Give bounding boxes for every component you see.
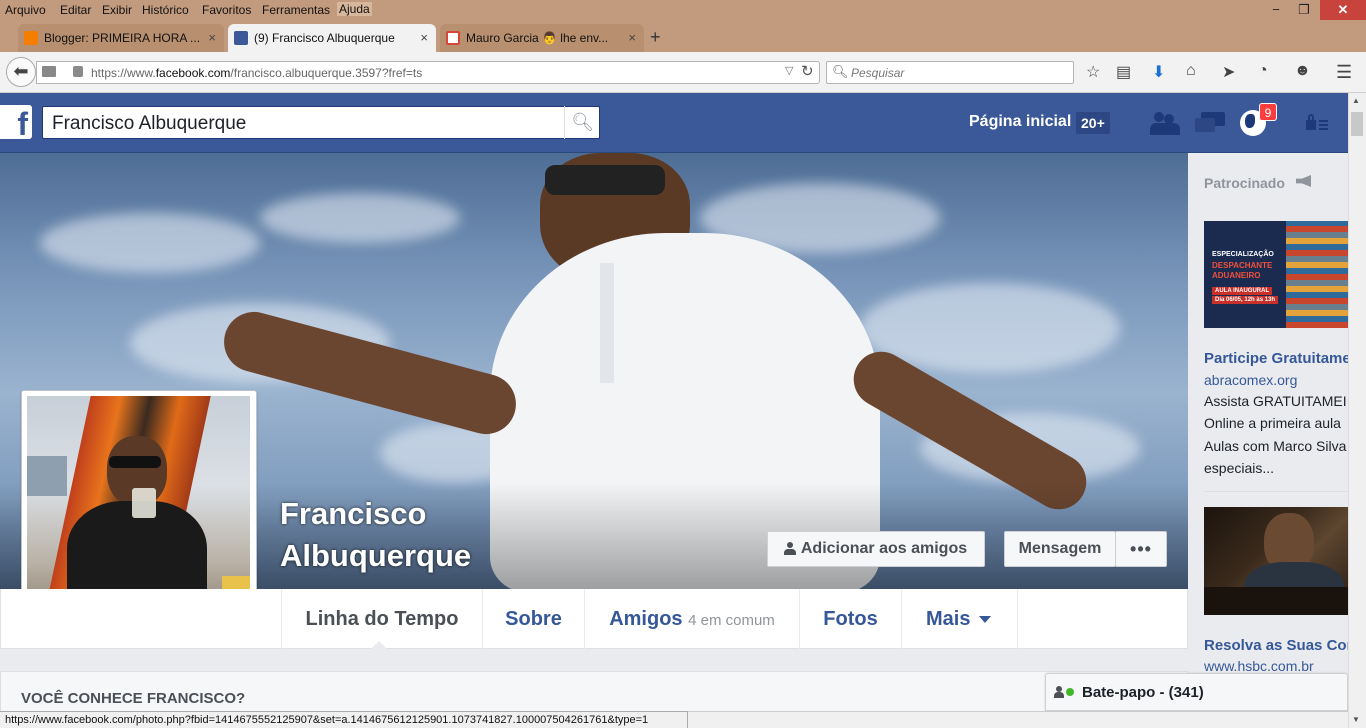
tab-gmail[interactable]: Mauro Garcia 👨 lhe env... × (440, 24, 644, 52)
ad-image-line: Dia 06/05, 12h às 13h (1212, 296, 1279, 304)
menu-favoritos[interactable]: Favoritos (202, 3, 251, 17)
horizontal-scrollbar[interactable] (688, 711, 1348, 728)
tab-linha-do-tempo[interactable]: Linha do Tempo (281, 589, 483, 649)
tab-close-icon[interactable]: × (628, 30, 636, 45)
send-icon[interactable]: ➤ (1222, 62, 1235, 82)
ad-image-line: ESPECIALIZAÇÃO (1212, 251, 1274, 258)
back-button[interactable]: ⬅ (6, 57, 36, 87)
search-button[interactable]: 🔍︎ (564, 106, 600, 139)
tab-facebook[interactable]: (9) Francisco Albuquerque × (228, 24, 436, 52)
search-icon: 🔍︎ (571, 112, 594, 132)
add-friend-label: Adicionar aos amigos (800, 540, 968, 557)
scroll-up-icon[interactable]: ▲ (1352, 96, 1360, 105)
vertical-scrollbar[interactable] (1348, 93, 1366, 728)
menu-bar: Arquivo Editar Exibir Histórico Favorito… (0, 0, 1366, 20)
tab-bar: Blogger: PRIMEIRA HORA ... × (9) Francis… (0, 20, 1366, 52)
minimize-button[interactable]: − (1262, 0, 1290, 20)
ad-text: Aulas com Marco Silva (1204, 438, 1347, 454)
tab-amigos[interactable]: Amigos 4 em comum (585, 589, 800, 649)
blogger-icon (24, 31, 38, 45)
browser-search-input[interactable]: Pesquisar (826, 61, 1074, 84)
scrollbar-thumb[interactable] (1351, 112, 1363, 136)
online-status-icon (1066, 688, 1074, 696)
lock-icon[interactable] (73, 66, 83, 77)
search-icon: 🔍︎ (832, 64, 849, 79)
sponsored-label: Patrocinado (1204, 175, 1285, 191)
back-arrow-icon: ⬅ (13, 61, 29, 81)
url-domain: facebook.com (155, 66, 231, 80)
reading-list-icon[interactable]: ▤ (1116, 62, 1131, 82)
user-icon (1054, 686, 1065, 698)
facebook-search-input[interactable]: Francisco Albuquerque (42, 106, 600, 139)
profile-name[interactable]: Francisco Albuquerque (280, 493, 540, 577)
menu-ferramentas[interactable]: Ferramentas (262, 3, 330, 17)
hamburger-menu-icon[interactable]: ☰ (1336, 62, 1352, 83)
tab-close-icon[interactable]: × (208, 30, 216, 45)
url-bar[interactable]: https://www.facebook.com/francisco.albuq… (36, 61, 820, 84)
know-person-title: VOCÊ CONHECE FRANCISCO? (21, 690, 246, 707)
close-window-button[interactable]: ✕ (1320, 0, 1366, 20)
ad-text: Assista GRATUITAMEI (1204, 393, 1347, 409)
ad-image-line: AULA INAUGURAL (1212, 287, 1273, 295)
ad-url[interactable]: www.hsbc.com.br (1204, 658, 1314, 674)
privacy-shortcuts-icon[interactable] (1306, 114, 1328, 130)
status-bar: https://www.facebook.com/photo.php?fbid=… (0, 711, 688, 728)
ad-image-line: ADUANEIRO (1212, 271, 1261, 280)
ad-divider (1204, 491, 1350, 492)
facebook-icon (234, 31, 248, 45)
add-friend-button[interactable]: Adicionar aos amigos (767, 531, 985, 567)
active-tab-indicator (370, 641, 388, 650)
mutual-friends-count: 4 em comum (688, 612, 775, 629)
messages-icon[interactable] (1195, 112, 1225, 136)
url-dropdown-icon[interactable]: ▽ (785, 64, 793, 77)
tab-close-icon[interactable]: × (420, 30, 428, 45)
gmail-icon (446, 31, 460, 45)
chat-bar[interactable]: Bate-papo - (341) (1045, 673, 1348, 711)
restore-button[interactable]: ❐ (1290, 0, 1318, 20)
profile-picture[interactable] (27, 396, 250, 619)
new-tab-button[interactable]: + (650, 27, 661, 48)
menu-editar[interactable]: Editar (60, 3, 91, 17)
ad-title[interactable]: Participe Gratuitame (1204, 350, 1351, 367)
add-friend-icon (784, 542, 796, 556)
tab-amigos-label: Amigos (609, 608, 683, 630)
scroll-down-icon[interactable]: ▼ (1352, 715, 1360, 724)
tab-fotos[interactable]: Fotos (800, 589, 902, 649)
tab-mais[interactable]: Mais (902, 589, 1018, 649)
reload-icon[interactable]: ↻ (801, 62, 814, 80)
message-button[interactable]: Mensagem (1004, 531, 1116, 567)
url-prefix: https://www. (91, 66, 156, 80)
ad-text: especiais... (1204, 460, 1275, 476)
home-icon[interactable]: ⌂ (1186, 62, 1196, 80)
ad-image[interactable] (1204, 507, 1350, 615)
home-link[interactable]: Página inicial (969, 113, 1071, 131)
tab-title: Blogger: PRIMEIRA HORA ... (44, 31, 201, 45)
tab-sobre[interactable]: Sobre (483, 589, 585, 649)
notifications-badge: 9 (1259, 103, 1277, 121)
tab-blogger[interactable]: Blogger: PRIMEIRA HORA ... × (18, 24, 224, 52)
download-icon[interactable]: ⬇ (1152, 62, 1165, 82)
ad-url[interactable]: abracomex.org (1204, 372, 1297, 388)
ad-title[interactable]: Resolva as Suas Con (1204, 637, 1356, 654)
ad-image-line: DESPACHANTE (1212, 261, 1273, 270)
chevron-down-icon[interactable] (979, 616, 991, 623)
bookmark-star-icon[interactable]: ☆ (1086, 62, 1100, 82)
tab-title: Mauro Garcia 👨 lhe env... (466, 31, 609, 45)
friend-requests-icon[interactable] (1150, 112, 1180, 136)
more-options-button[interactable]: ••• (1115, 531, 1167, 567)
ad-image[interactable]: ESPECIALIZAÇÃO DESPACHANTE ADUANEIRO AUL… (1204, 221, 1350, 328)
menu-exibir[interactable]: Exibir (102, 3, 132, 17)
menu-historico[interactable]: Histórico (142, 3, 189, 17)
home-badge: 20+ (1076, 112, 1110, 134)
facebook-logo-icon[interactable]: f (0, 105, 32, 142)
menu-arquivo[interactable]: Arquivo (5, 3, 46, 17)
ad-text: Online a primeira aula (1204, 415, 1341, 431)
url-path: /francisco.albuquerque.3597?fref=ts (230, 66, 423, 80)
menu-ajuda[interactable]: Ajuda (337, 2, 372, 16)
chat-bubble-icon[interactable]: ☻ (1294, 62, 1311, 80)
tab-title: (9) Francisco Albuquerque (254, 31, 395, 45)
history-icon[interactable]: ◔ (1258, 62, 1268, 80)
tab-groups-icon[interactable] (42, 66, 56, 77)
